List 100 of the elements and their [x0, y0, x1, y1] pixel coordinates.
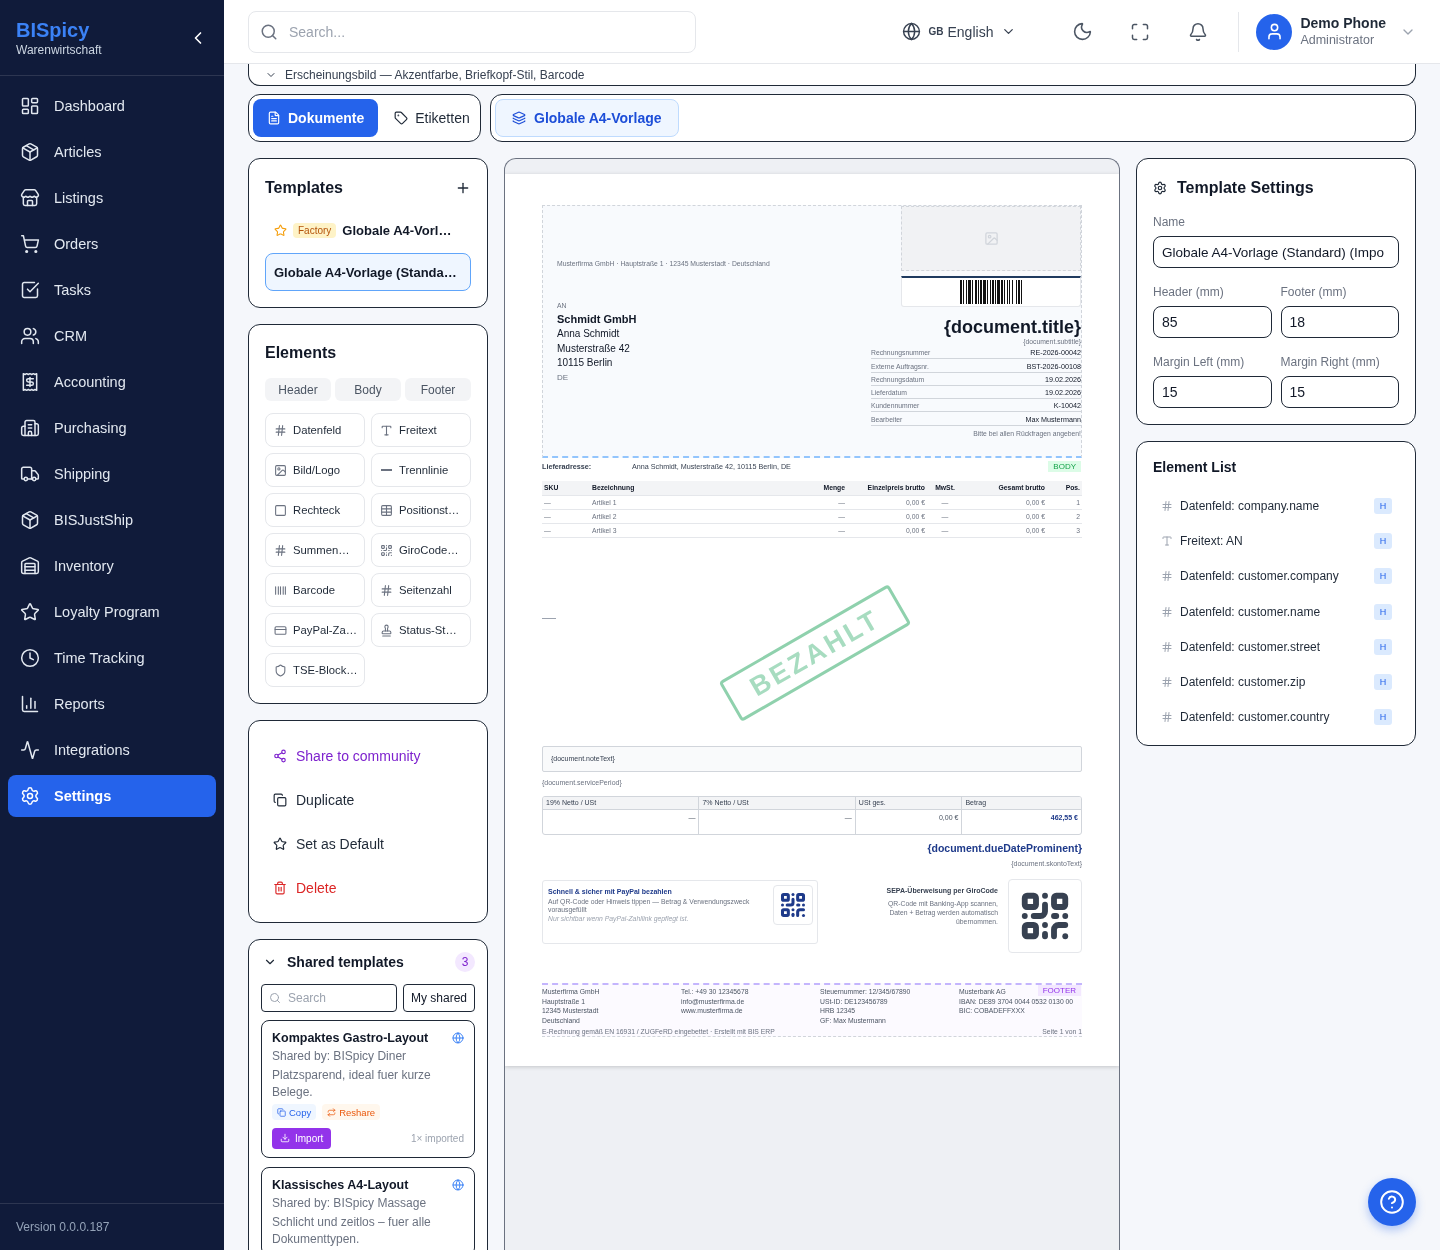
- tag-icon: [394, 111, 409, 125]
- zone-badge: H: [1374, 674, 1392, 691]
- field-label: Margin Right (mm): [1280, 354, 1381, 370]
- bar-chart-icon: [20, 694, 40, 714]
- element-button[interactable]: Freitext: [371, 413, 471, 447]
- star-icon: [273, 837, 287, 851]
- element-button[interactable]: Trennlinie: [371, 453, 471, 487]
- tab[interactable]: Dokumente: [253, 99, 379, 137]
- element-list-item[interactable]: Datenfeld: customer.country H: [1153, 699, 1399, 736]
- globe-icon: [901, 22, 921, 41]
- element-button[interactable]: TSE-Block…: [265, 653, 365, 687]
- section-tab[interactable]: Header: [265, 378, 331, 401]
- number-field[interactable]: 85: [1153, 306, 1272, 338]
- add-button[interactable]: [455, 180, 471, 196]
- warehouse-icon: [20, 556, 40, 576]
- nav-item[interactable]: Loyalty Program: [8, 591, 216, 633]
- plus-icon: [455, 180, 471, 196]
- card-title: Template Settings: [1177, 179, 1314, 197]
- version-text: Version 0.0.0.187: [16, 1220, 110, 1234]
- nav-item[interactable]: Shipping: [8, 453, 216, 495]
- nav-item[interactable]: Inventory: [8, 545, 216, 587]
- nav-item[interactable]: Accounting: [8, 361, 216, 403]
- element-button[interactable]: Bild/Logo: [265, 453, 365, 487]
- cart-icon: [20, 234, 40, 254]
- element-button[interactable]: Datenfeld: [265, 413, 365, 447]
- hash-icon: [1161, 676, 1173, 689]
- bell-icon: [1188, 21, 1209, 42]
- element-list-item[interactable]: Datenfeld: customer.zip H: [1153, 664, 1399, 700]
- tab[interactable]: Etiketten: [384, 99, 480, 137]
- section-tab[interactable]: Footer: [405, 378, 471, 401]
- shared-by-text: Shared by: BISpicy Diner: [272, 1048, 408, 1065]
- document-icon: [267, 111, 281, 125]
- box-icon: [20, 142, 40, 162]
- import-button[interactable]: Import: [272, 1127, 332, 1149]
- filter-button[interactable]: My shared: [403, 984, 475, 1012]
- nav-item[interactable]: CRM: [8, 315, 216, 357]
- nav-item[interactable]: Integrations: [8, 729, 216, 771]
- element-button[interactable]: Positionst…: [371, 493, 471, 527]
- table-icon: [380, 503, 393, 517]
- recipient-company: Schmidt GmbH: [557, 312, 637, 327]
- element-button[interactable]: Rechteck: [265, 493, 365, 527]
- element-list-item[interactable]: Datenfeld: customer.name H: [1153, 593, 1399, 630]
- action-item[interactable]: Duplicate: [249, 778, 487, 822]
- action-chip[interactable]: Copy: [272, 1104, 317, 1120]
- nav-item[interactable]: Tasks: [8, 269, 216, 311]
- settings-icon: [20, 786, 40, 806]
- text-icon: [1161, 534, 1173, 547]
- nav-item[interactable]: Purchasing: [8, 407, 216, 449]
- nav-item[interactable]: Articles: [8, 131, 216, 173]
- nav-item[interactable]: Orders: [8, 223, 216, 265]
- element-button[interactable]: Status-St…: [371, 613, 471, 647]
- collapsed-section[interactable]: Erscheinungsbild — Akzentfarbe, Briefkopf-Stil, Barcode: [248, 64, 1416, 86]
- action-item[interactable]: Delete: [249, 866, 487, 910]
- element-list-item[interactable]: Datenfeld: customer.company H: [1153, 558, 1399, 594]
- search-icon: [269, 992, 281, 1004]
- element-button[interactable]: PayPal-Za…: [265, 613, 365, 647]
- hash-icon: [1161, 570, 1173, 583]
- stamp-icon: [380, 623, 393, 637]
- language-button[interactable]: GB English: [895, 13, 1023, 50]
- field-label: Name: [1153, 214, 1186, 230]
- text-field[interactable]: Globale A4-Vorlage (Standard) (Impo: [1153, 236, 1399, 268]
- card-title: Element List: [1153, 458, 1238, 476]
- template-chip[interactable]: Globale A4-Vorlage: [495, 99, 679, 137]
- number-field[interactable]: 18: [1280, 306, 1399, 338]
- element-button[interactable]: GiroCode…: [371, 533, 471, 567]
- barcode-icon: [274, 583, 287, 597]
- element-button[interactable]: Barcode: [265, 573, 365, 607]
- nav-item[interactable]: BISJustShip: [8, 499, 216, 541]
- number-field[interactable]: 15: [1280, 376, 1399, 408]
- zone-badge: H: [1374, 638, 1392, 655]
- section-tab[interactable]: Body: [335, 378, 401, 401]
- description-text: Platzsparend, ideal fuer kurze Belege.: [272, 1067, 432, 1100]
- nav-item[interactable]: Time Tracking: [8, 637, 216, 679]
- user-menu[interactable]: Demo Phone Administrator: [1256, 13, 1416, 50]
- element-list-item[interactable]: Datenfeld: company.name H: [1153, 488, 1399, 524]
- nav-item[interactable]: Dashboard: [8, 85, 216, 127]
- search-field[interactable]: Search: [261, 984, 397, 1012]
- nav-item[interactable]: Settings: [8, 775, 216, 817]
- element-list-item[interactable]: Freitext: AN H: [1153, 523, 1399, 559]
- element-list-item[interactable]: Datenfeld: customer.street H: [1153, 629, 1399, 665]
- moon-icon: [1071, 21, 1093, 42]
- element-label: Freitext: AN: [1180, 533, 1244, 548]
- template-item[interactable]: Factory Globale A4-Vorl…: [265, 211, 471, 249]
- template-item[interactable]: Globale A4-Vorlage (Standa…: [265, 253, 471, 291]
- nav-item[interactable]: Reports: [8, 683, 216, 725]
- nav-item[interactable]: Listings: [8, 177, 216, 219]
- action-chip[interactable]: Reshare: [322, 1104, 381, 1120]
- element-button[interactable]: Seitenzahl: [371, 573, 471, 607]
- action-item[interactable]: Set as Default: [249, 822, 487, 866]
- hash-icon: [1161, 640, 1173, 653]
- help-icon: [1379, 1189, 1405, 1215]
- help-button[interactable]: [1368, 1178, 1416, 1226]
- document-title: {document.title}: [944, 316, 1081, 338]
- number-field[interactable]: 15: [1153, 376, 1272, 408]
- element-button[interactable]: Summen…: [265, 533, 365, 567]
- layout-grid-icon: [20, 96, 40, 116]
- store-icon: [20, 188, 40, 208]
- field-label: Margin Left (mm): [1153, 354, 1246, 370]
- action-item[interactable]: Share to community: [249, 734, 487, 778]
- search-icon: [260, 22, 278, 41]
